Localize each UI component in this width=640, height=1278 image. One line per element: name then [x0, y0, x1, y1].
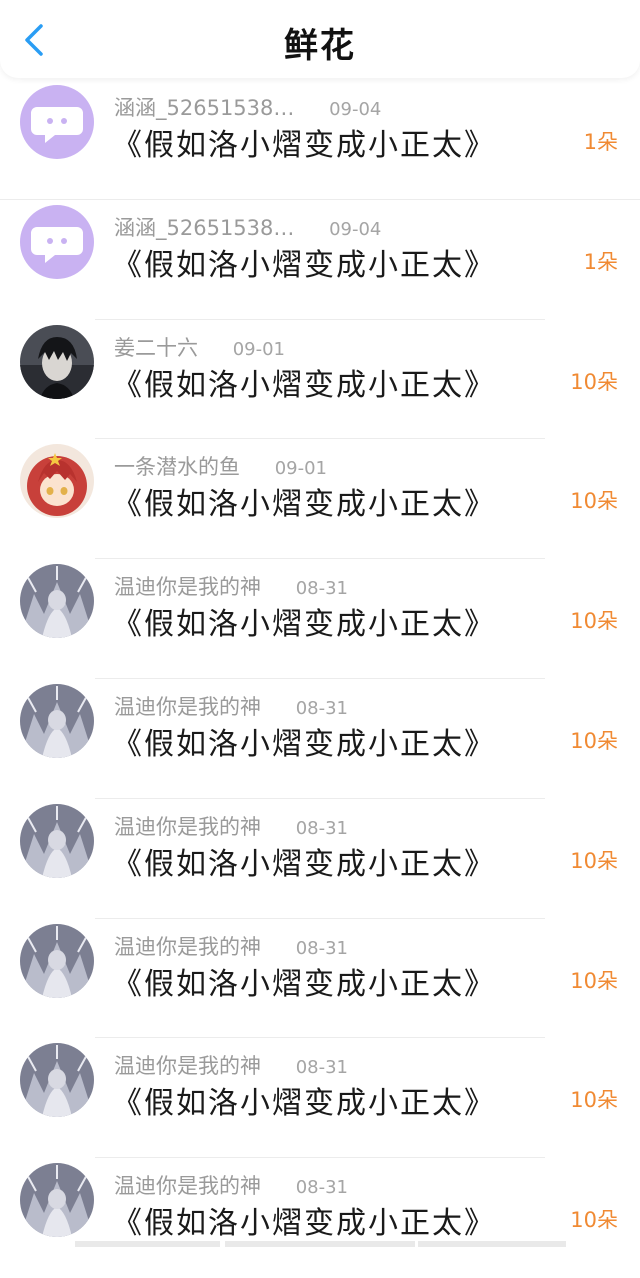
avatar[interactable]	[20, 923, 94, 998]
list-item[interactable]: 涵涵_52651538… 09-04 《假如洛小熠变成小正太》 1朵	[0, 80, 640, 200]
list-item[interactable]: 温迪你是我的神 08-31 《假如洛小熠变成小正太》 10朵	[0, 919, 640, 1039]
avatar[interactable]	[20, 444, 94, 519]
user-name: 一条潜水的鱼	[114, 455, 240, 480]
chat-bubble-avatar	[20, 204, 94, 279]
grey-anime-avatar	[20, 564, 94, 639]
flower-count: 1朵	[583, 249, 618, 274]
row-meta: 温迪你是我的神 08-31	[114, 1050, 348, 1080]
bottom-bar-segment	[75, 1241, 220, 1247]
book-title: 《假如洛小熠变成小正太》	[112, 607, 496, 643]
book-title: 《假如洛小熠变成小正太》	[112, 128, 496, 163]
row-meta: 一条潜水的鱼 09-01	[114, 451, 327, 481]
list-item[interactable]: 温迪你是我的神 08-31 《假如洛小熠变成小正太》 10朵	[0, 1038, 640, 1159]
gift-date: 09-04	[329, 99, 382, 120]
row-meta: 姜二十六 09-01	[114, 332, 285, 362]
flower-gift-list: 涵涵_52651538… 09-04 《假如洛小熠变成小正太》 1朵 涵涵_52…	[0, 80, 640, 1278]
flower-count: 10朵	[570, 369, 618, 394]
row-meta: 温迪你是我的神 08-31	[114, 811, 348, 841]
user-name: 温迪你是我的神	[114, 934, 261, 959]
book-title: 《假如洛小熠变成小正太》	[112, 367, 496, 403]
book-title: 《假如洛小熠变成小正太》	[112, 1206, 496, 1242]
list-item[interactable]: 涵涵_52651538… 09-04 《假如洛小熠变成小正太》 1朵	[0, 200, 640, 320]
user-name: 涵涵_52651538…	[114, 215, 295, 240]
flower-count: 10朵	[570, 848, 618, 873]
avatar[interactable]	[20, 204, 94, 279]
gift-date: 08-31	[295, 1177, 348, 1199]
user-name: 温迪你是我的神	[114, 814, 261, 839]
grey-anime-avatar	[20, 1163, 94, 1238]
book-title: 《假如洛小熠变成小正太》	[112, 966, 496, 1002]
gift-date: 08-31	[295, 697, 348, 719]
flower-count: 10朵	[570, 609, 618, 634]
row-meta: 涵涵_52651538… 09-04	[114, 212, 381, 242]
dark-hair-boy-avatar	[20, 324, 94, 399]
avatar[interactable]	[20, 683, 94, 758]
user-name: 温迪你是我的神	[114, 694, 261, 719]
gift-date: 09-01	[274, 458, 327, 480]
list-item[interactable]: 温迪你是我的神 08-31 《假如洛小熠变成小正太》 10朵	[0, 679, 640, 799]
list-item[interactable]: 温迪你是我的神 08-31 《假如洛小熠变成小正太》 10朵	[0, 1158, 640, 1278]
book-title: 《假如洛小熠变成小正太》	[112, 1086, 496, 1122]
book-title: 《假如洛小熠变成小正太》	[112, 846, 496, 882]
gift-date: 08-31	[295, 817, 348, 839]
top-bar: 鲜花	[0, 0, 640, 78]
user-name: 温迪你是我的神	[114, 575, 261, 600]
avatar[interactable]	[20, 803, 94, 878]
row-meta: 温迪你是我的神 08-31	[114, 571, 348, 601]
grey-anime-avatar	[20, 923, 94, 998]
avatar[interactable]	[20, 324, 94, 399]
row-meta: 温迪你是我的神 08-31	[114, 691, 348, 721]
avatar[interactable]	[20, 1163, 94, 1238]
chat-bubble-avatar	[20, 85, 94, 159]
user-name: 温迪你是我的神	[114, 1054, 261, 1079]
book-title: 《假如洛小熠变成小正太》	[112, 247, 496, 283]
avatar[interactable]	[20, 85, 94, 159]
user-name: 温迪你是我的神	[114, 1174, 261, 1199]
row-meta: 温迪你是我的神 08-31	[114, 931, 348, 961]
gift-date: 08-31	[295, 937, 348, 959]
flower-count: 10朵	[570, 728, 618, 753]
bottom-edge	[0, 1241, 640, 1247]
flower-count: 10朵	[570, 489, 618, 514]
gift-date: 08-31	[295, 578, 348, 600]
book-title: 《假如洛小熠变成小正太》	[112, 487, 496, 523]
bottom-bar-segment	[225, 1241, 415, 1247]
flower-count: 10朵	[570, 1088, 618, 1113]
gift-date: 08-31	[295, 1057, 348, 1079]
book-title: 《假如洛小熠变成小正太》	[112, 726, 496, 762]
flower-count: 1朵	[583, 130, 618, 154]
avatar[interactable]	[20, 564, 94, 639]
bottom-bar-segment	[418, 1241, 566, 1247]
grey-anime-avatar	[20, 803, 94, 878]
gift-date: 09-04	[329, 218, 382, 240]
list-item[interactable]: 温迪你是我的神 08-31 《假如洛小熠变成小正太》 10朵	[0, 559, 640, 679]
red-hair-girl-avatar	[20, 444, 94, 519]
row-meta: 涵涵_52651538… 09-04	[114, 92, 381, 122]
user-name: 涵涵_52651538…	[114, 96, 295, 120]
user-name: 姜二十六	[114, 335, 198, 360]
gift-date: 09-01	[232, 338, 285, 360]
list-item[interactable]: 姜二十六 09-01 《假如洛小熠变成小正太》 10朵	[0, 320, 640, 440]
list-item[interactable]: 一条潜水的鱼 09-01 《假如洛小熠变成小正太》 10朵	[0, 439, 640, 560]
grey-anime-avatar	[20, 683, 94, 758]
flower-count: 10朵	[570, 968, 618, 993]
page-title: 鲜花	[284, 26, 356, 66]
list-item[interactable]: 温迪你是我的神 08-31 《假如洛小熠变成小正太》 10朵	[0, 799, 640, 919]
row-meta: 温迪你是我的神 08-31	[114, 1170, 348, 1200]
flower-count: 10朵	[570, 1208, 618, 1233]
grey-anime-avatar	[20, 1043, 94, 1118]
avatar[interactable]	[20, 1043, 94, 1118]
